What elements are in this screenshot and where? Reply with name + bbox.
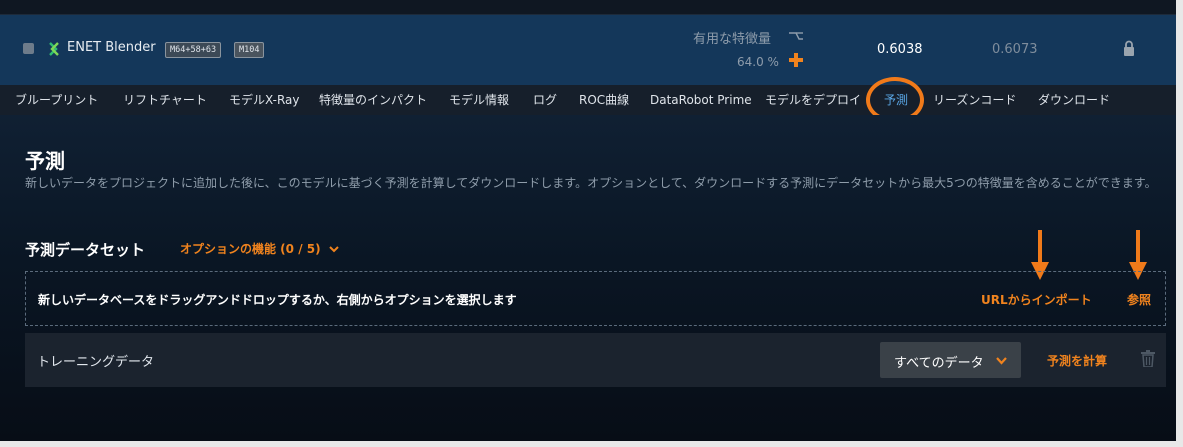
- import-from-url-link[interactable]: URLからインポート: [981, 291, 1092, 308]
- dataset-name: トレーニングデータ: [37, 355, 155, 370]
- model-row[interactable]: ENET Blender M64+58+63 M104 有用な特徴量 64.0 …: [0, 15, 1176, 85]
- feature-list-label: 有用な特徴量: [693, 32, 772, 47]
- chevron-down-icon: [996, 357, 1007, 365]
- blender-icon: [49, 42, 59, 56]
- section-title: 予測データセット: [25, 241, 146, 259]
- model-tab-bar: ブループリント リフトチャート モデルX-Ray 特徴量のインパクト モデル情報…: [0, 85, 1176, 115]
- checkbox-icon[interactable]: [23, 43, 34, 54]
- optional-features-toggle[interactable]: オプションの機能 (0 / 5): [180, 240, 339, 257]
- lock-icon: [1124, 40, 1134, 56]
- partition-select-value: すべてのデータ: [894, 356, 984, 371]
- tab-download[interactable]: ダウンロード: [1038, 85, 1110, 115]
- cross-validation-score: 0.6073: [992, 42, 1038, 57]
- sample-percent: 64.0 %: [737, 55, 779, 69]
- trash-icon[interactable]: [1141, 350, 1155, 367]
- page-title: 予測: [25, 149, 65, 173]
- page-description: 新しいデータをプロジェクトに追加した後に、このモデルに基づく予測を計算してダウン…: [25, 176, 1157, 190]
- model-number-badge: M104: [234, 42, 265, 58]
- optional-features-label: オプションの機能 (0 / 5): [180, 242, 321, 256]
- app-window: ENET Blender M64+58+63 M104 有用な特徴量 64.0 …: [0, 0, 1176, 441]
- tab-feature-impact[interactable]: 特徴量のインパクト: [319, 85, 427, 115]
- tab-lift-chart[interactable]: リフトチャート: [123, 85, 207, 115]
- tab-reason-codes[interactable]: リーズンコード: [933, 85, 1016, 115]
- tab-model-xray[interactable]: モデルX-Ray: [229, 85, 299, 115]
- plus-icon[interactable]: [789, 53, 803, 67]
- tab-model-info[interactable]: モデル情報: [449, 85, 509, 115]
- compute-predictions-link[interactable]: 予測を計算: [1047, 352, 1107, 369]
- tab-blueprint[interactable]: ブループリント: [15, 85, 98, 115]
- blueprint-badge: M64+58+63: [165, 42, 222, 58]
- tab-log[interactable]: ログ: [533, 85, 557, 115]
- chevron-down-icon: [329, 246, 339, 253]
- partition-select[interactable]: すべてのデータ: [880, 342, 1021, 378]
- file-dropzone[interactable]: 新しいデータベースをドラッグアンドドロップするか、右側からオプションを選択します…: [25, 271, 1166, 326]
- top-strip: [0, 0, 1176, 15]
- tab-deploy-model[interactable]: モデルをデプロイ: [765, 85, 861, 115]
- feature-icon: [789, 32, 803, 40]
- tab-roc-curve[interactable]: ROC曲線: [579, 85, 629, 115]
- tab-predict[interactable]: 予測: [884, 85, 908, 115]
- model-name[interactable]: ENET Blender: [67, 40, 156, 55]
- dropzone-instructions: 新しいデータベースをドラッグアンドドロップするか、右側からオプションを選択します: [38, 293, 517, 307]
- validation-score: 0.6038: [877, 42, 923, 57]
- dataset-row: トレーニングデータ すべてのデータ 予測を計算: [25, 333, 1166, 387]
- predictions-panel: 予測 新しいデータをプロジェクトに追加した後に、このモデルに基づく予測を計算して…: [0, 115, 1176, 441]
- browse-link[interactable]: 参照: [1127, 291, 1151, 308]
- tab-datarobot-prime[interactable]: DataRobot Prime: [650, 85, 752, 115]
